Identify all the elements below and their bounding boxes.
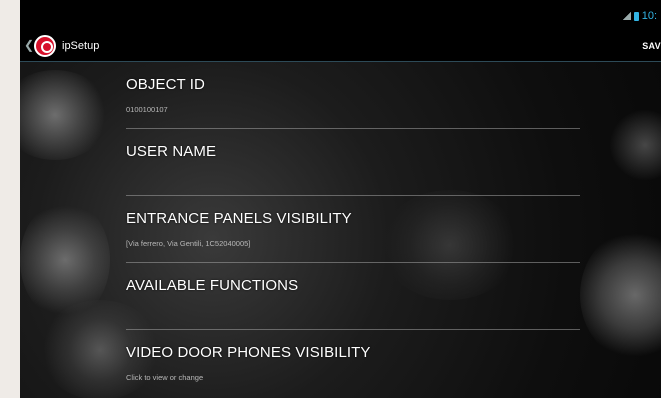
ipsetup-logo-icon[interactable]	[34, 35, 56, 57]
settings-list: OBJECT ID 0100100107 USER NAME ENTRANCE …	[126, 62, 580, 397]
status-time: 10:	[641, 10, 657, 22]
status-icons: 10:	[622, 10, 657, 22]
chevron-left-icon[interactable]: ❮	[24, 38, 34, 52]
battery-icon	[633, 11, 639, 21]
setting-title: OBJECT ID	[126, 76, 205, 93]
setting-title: ENTRANCE PANELS VISIBILITY	[126, 210, 352, 227]
save-button[interactable]: SAV	[642, 41, 661, 51]
setting-value: 0100100107	[126, 105, 168, 114]
setting-available-functions[interactable]: AVAILABLE FUNCTIONS	[126, 263, 580, 330]
setting-title: AVAILABLE FUNCTIONS	[126, 277, 299, 294]
setting-value: Click to view or change	[126, 373, 204, 382]
action-bar: ❮ ipSetup SAV	[20, 30, 661, 62]
background-bokeh	[580, 230, 661, 360]
setting-value: [Via ferrero, Via Gentili, 1C52040005]	[126, 239, 251, 248]
setting-video-door-phones-visibility[interactable]: VIDEO DOOR PHONES VISIBILITY Click to vi…	[126, 330, 580, 397]
background-bokeh	[610, 110, 661, 180]
device-screen: 10: ❮ ipSetup SAV OBJECT ID 0100100107 U…	[20, 0, 661, 398]
background-bokeh	[20, 200, 110, 320]
setting-title: VIDEO DOOR PHONES VISIBILITY	[126, 344, 371, 361]
status-bar: 10:	[20, 0, 661, 30]
setting-object-id[interactable]: OBJECT ID 0100100107	[126, 62, 580, 129]
setting-title: USER NAME	[126, 143, 217, 160]
background-bokeh	[20, 70, 110, 160]
app-title: ipSetup	[62, 40, 100, 52]
signal-icon	[622, 12, 631, 20]
setting-entrance-panels-visibility[interactable]: ENTRANCE PANELS VISIBILITY [Via ferrero,…	[126, 196, 580, 263]
setting-user-name[interactable]: USER NAME	[126, 129, 580, 196]
